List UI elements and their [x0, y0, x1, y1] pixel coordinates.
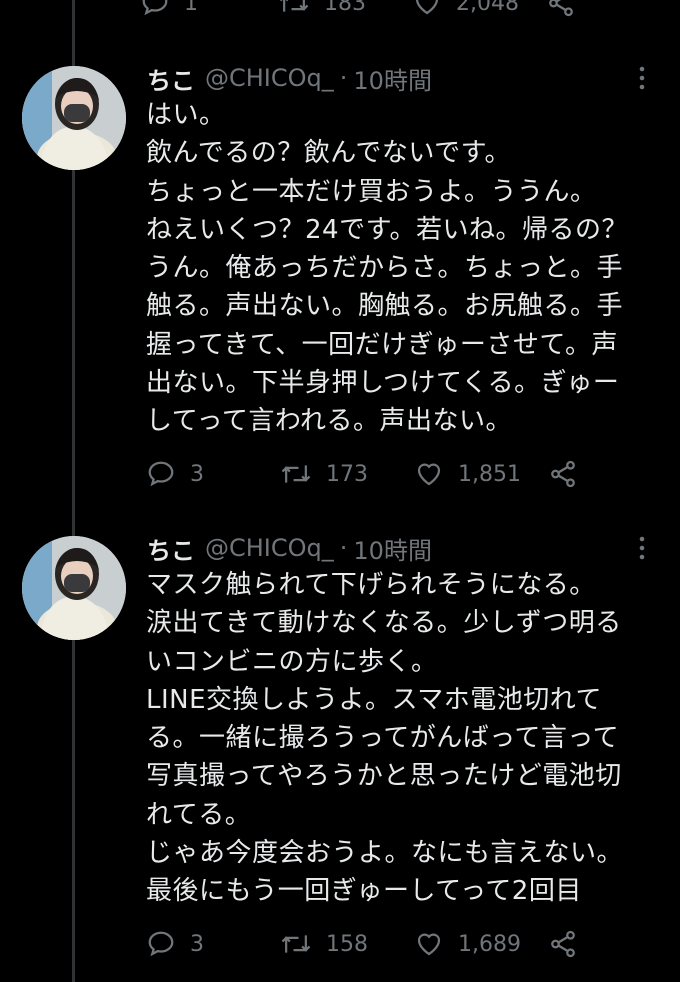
avatar[interactable] [22, 66, 126, 170]
heart-icon [417, 463, 441, 486]
more-vertical-icon [639, 66, 645, 90]
tweet-header: ちこ @CHICOq_ · 10時間 [147, 60, 432, 96]
separator: · [339, 64, 348, 92]
retweet-count: 183 [324, 0, 366, 16]
like-button[interactable]: 2,048 [412, 0, 519, 20]
retweet-count: 158 [326, 931, 368, 957]
user-handle[interactable]: @CHICOq_ [205, 64, 334, 92]
reply-icon [142, 0, 168, 16]
retweet-icon [281, 935, 311, 953]
like-count: 2,048 [456, 0, 519, 16]
display-name[interactable]: ちこ [147, 531, 195, 566]
reply-count: 1 [184, 0, 198, 16]
tweet-text: マスク触られて下げられそうになる。 涙出てきて動けなくなる。少しずつ明る いコン… [146, 570, 624, 907]
timestamp[interactable]: 10時間 [353, 61, 432, 96]
display-name[interactable]: ちこ [147, 61, 195, 96]
reply-count: 3 [190, 461, 204, 487]
like-button[interactable]: 1,851 [414, 457, 521, 491]
heart-icon [415, 0, 439, 15]
separator: · [339, 534, 348, 562]
user-handle[interactable]: @CHICOq_ [205, 534, 334, 562]
reply-count: 3 [190, 931, 204, 957]
avatar[interactable] [22, 536, 126, 640]
reply-button[interactable]: 3 [146, 927, 204, 961]
like-button[interactable]: 1,689 [414, 927, 521, 961]
retweet-button[interactable]: 183 [278, 0, 366, 20]
share-button[interactable] [548, 927, 578, 961]
tweet-actions: 3 173 1,851 [146, 457, 616, 491]
previous-tweet-actions: 1 183 2,048 [140, 0, 600, 17]
share-button[interactable] [548, 457, 578, 491]
tweet[interactable]: ちこ @CHICOq_ · 10時間 はい。 飲んでるの？飲んでないです。 ちょ… [0, 60, 680, 500]
tweet-actions: 3 158 1,689 [146, 927, 616, 961]
retweet-icon [279, 0, 309, 12]
reply-icon [148, 461, 174, 487]
more-options-button[interactable] [632, 534, 652, 562]
tweet-header: ちこ @CHICOq_ · 10時間 [147, 530, 432, 566]
retweet-button[interactable]: 173 [280, 457, 368, 491]
reply-button[interactable]: 1 [140, 0, 198, 20]
heart-icon [417, 933, 441, 956]
more-vertical-icon [639, 536, 645, 560]
timestamp[interactable]: 10時間 [353, 531, 432, 566]
more-options-button[interactable] [632, 64, 652, 92]
retweet-count: 173 [326, 461, 368, 487]
share-icon [549, 0, 573, 17]
like-count: 1,851 [458, 461, 521, 487]
avatar-photo [22, 66, 126, 170]
share-button[interactable] [546, 0, 576, 20]
retweet-icon [281, 465, 311, 483]
avatar-photo [22, 536, 126, 640]
reply-button[interactable]: 3 [146, 457, 204, 491]
tweet[interactable]: ちこ @CHICOq_ · 10時間 マスク触られて下げられそうになる。 涙出て… [0, 530, 680, 980]
reply-icon [148, 931, 174, 957]
retweet-button[interactable]: 158 [280, 927, 368, 961]
tweet-text: はい。 飲んでるの？飲んでないです。 ちょっと一本だけ買おうよ。ううん。 ねえい… [146, 100, 628, 437]
share-icon [551, 460, 575, 488]
like-count: 1,689 [458, 931, 521, 957]
share-icon [551, 930, 575, 958]
